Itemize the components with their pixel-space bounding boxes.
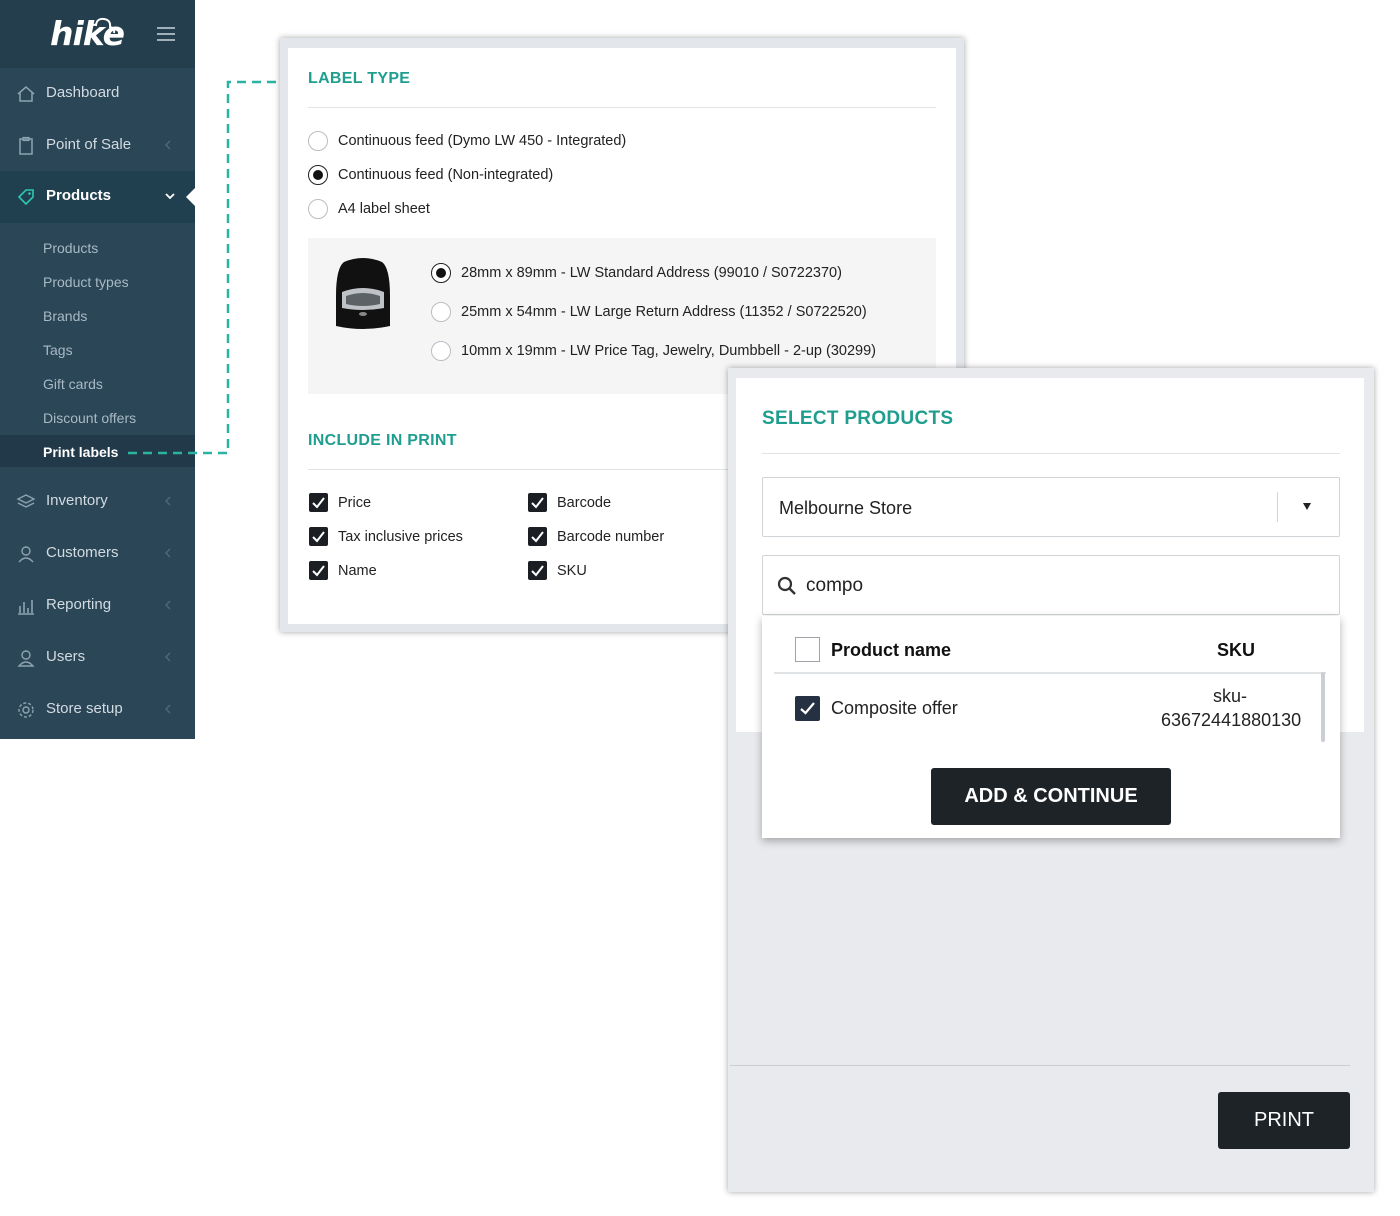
sidebar-item-label: Customers [46,544,119,561]
submenu-tags[interactable]: Tags [43,342,73,358]
chevron-left-icon [164,652,171,662]
divider [308,107,936,108]
clipboard-icon [19,136,33,155]
search-value: compo [806,575,864,596]
checkbox-sku[interactable] [528,561,547,580]
footer-divider [730,1065,1350,1066]
chevron-left-icon [164,600,171,610]
submenu-products[interactable]: Products [43,240,98,256]
sidebar-item-inventory[interactable]: Inventory [0,476,195,528]
search-icon [777,576,796,595]
checkbox-label: Name [338,563,377,579]
radio-size-28x89[interactable] [431,263,451,283]
sidebar-item-label: Dashboard [46,84,120,101]
chevron-left-icon [164,548,171,558]
search-results-dropdown: Product name SKU Composite offer sku- 63… [762,616,1340,838]
store-select-value: Melbourne Store [779,498,913,518]
sidebar-item-label: Inventory [46,492,108,509]
radio-label: A4 label sheet [338,201,430,217]
submenu-print-labels[interactable]: Print labels [43,444,118,460]
checkbox-tax-inclusive[interactable] [309,527,328,546]
size-label: 25mm x 54mm - LW Large Return Address (1… [461,304,867,320]
radio-size-25x54[interactable] [431,302,451,322]
sku-cell-line2: 63672441880130 [1161,710,1302,730]
submenu-brands[interactable]: Brands [43,308,87,324]
check-icon [800,702,815,715]
sidebar-item-customers[interactable]: Customers [0,528,195,580]
sidebar-item-label: Products [46,187,112,204]
divider [762,453,1340,454]
checkbox-barcode[interactable] [528,493,547,512]
sidebar-item-label: Store setup [46,700,123,717]
column-header-product-name: Product name [831,640,952,660]
select-all-checkbox[interactable] [795,637,820,662]
size-label: 28mm x 89mm - LW Standard Address (99010… [461,265,842,281]
sidebar-item-store-setup[interactable]: Store setup [0,684,195,736]
results-scrollbar[interactable] [1321,672,1325,742]
bar-chart-icon [18,600,34,615]
select-products-panel: SELECT PRODUCTS Melbourne Store compo Pr… [728,368,1374,1192]
column-header-sku: SKU [1217,640,1256,660]
checkbox-label: Barcode [557,495,612,511]
store-select[interactable]: Melbourne Store [762,477,1340,537]
product-name-cell: Composite offer [831,698,958,718]
dropdown-arrow-icon[interactable] [1303,503,1311,510]
sidebar-item-reporting[interactable]: Reporting [0,580,195,632]
label-type-title: LABEL TYPE [308,70,411,87]
radio-label: Continuous feed (Non-integrated) [338,167,554,183]
radio-a4-sheet[interactable] [308,199,328,219]
results-table-header: Product name SKU [774,632,1326,674]
radio-size-10x19[interactable] [431,341,451,361]
print-button[interactable]: PRINT [1218,1092,1350,1149]
label-printer-image [336,258,390,329]
checkbox-label: Barcode number [557,529,665,545]
add-continue-button[interactable]: ADD & CONTINUE [931,768,1171,825]
tag-icon [17,189,34,206]
size-label: 10mm x 19mm - LW Price Tag, Jewelry, Dum… [461,343,876,359]
chevron-left-icon [164,496,171,506]
hamburger-menu-icon[interactable] [157,27,175,41]
select-divider [1277,492,1278,522]
sku-cell-line1: sku- [1213,686,1248,706]
include-in-print-title: INCLUDE IN PRINT [308,432,457,449]
product-search-input[interactable]: compo [762,555,1340,615]
sidebar-header: hike [0,0,195,68]
person-icon [18,546,34,563]
checkbox-barcode-number[interactable] [528,527,547,546]
radio-non-integrated[interactable] [308,165,328,185]
checkbox-price[interactable] [309,493,328,512]
home-icon [17,86,35,102]
row-checkbox[interactable] [795,696,820,721]
checkbox-name[interactable] [309,561,328,580]
sidebar-item-users[interactable]: Users [0,632,195,684]
cloud-icon [88,17,116,35]
radio-dymo-integrated[interactable] [308,131,328,151]
user-icon [17,650,35,667]
sidebar-item-label: Point of Sale [46,136,132,153]
gear-icon [18,702,34,718]
select-products-title: SELECT PRODUCTS [762,408,954,429]
checkbox-label: Price [338,495,372,511]
chevron-left-icon [164,704,171,714]
sidebar-item-label: Users [46,648,86,665]
submenu-gift-cards[interactable]: Gift cards [43,376,103,392]
checkbox-label: Tax inclusive prices [338,529,463,545]
submenu-product-types[interactable]: Product types [43,274,129,290]
radio-label: Continuous feed (Dymo LW 450 - Integrate… [338,133,627,149]
checkbox-label: SKU [557,563,587,579]
sidebar-item-label: Reporting [46,596,112,613]
layers-icon [16,494,36,508]
